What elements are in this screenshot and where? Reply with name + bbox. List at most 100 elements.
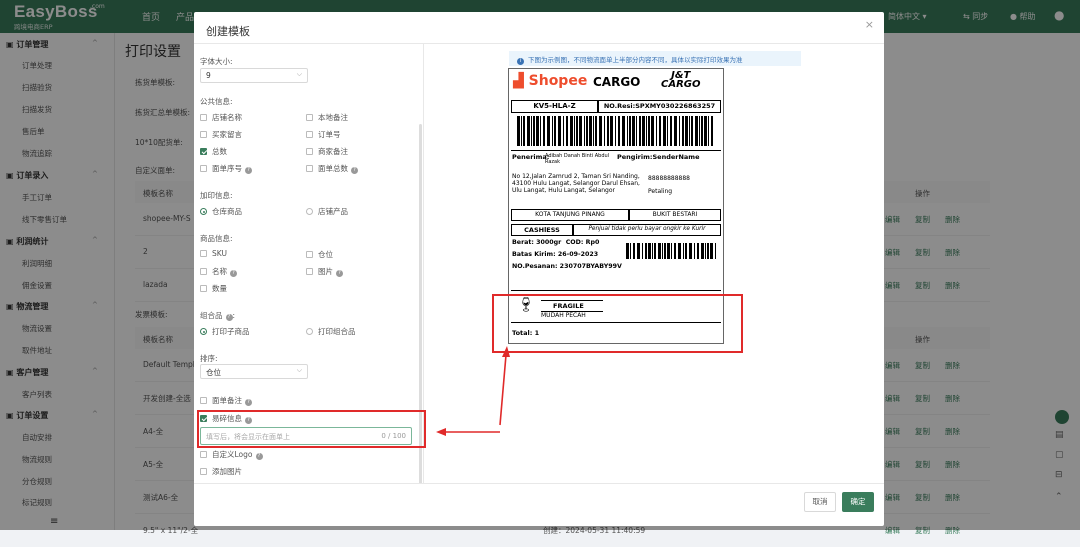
order-number: NO.Pesanan: 230707BYABY99V: [512, 263, 622, 270]
checkbox-box: [306, 251, 313, 258]
radio-print-child[interactable]: 打印子商品: [200, 326, 250, 337]
checkbox-shop-name[interactable]: 店铺名称: [200, 112, 242, 123]
question-icon[interactable]: ?: [336, 270, 343, 277]
checkbox-box-checked: [200, 148, 207, 155]
checkbox-box: [200, 451, 207, 458]
radio-label: 打印组合品: [318, 327, 356, 336]
preview-notice: i 下图为示例图，不同物流面单上半部分内容不同，具体以实际打印效果为准: [509, 51, 801, 66]
checkbox-box: [306, 165, 313, 172]
cod: COD: Rp0: [565, 239, 600, 246]
radio-shop-product[interactable]: 店铺产品: [306, 206, 348, 217]
route-code: KV5-HLA-Z: [533, 102, 576, 110]
jt-cargo-text: CARGO: [661, 79, 701, 90]
checkbox-label: 自定义Logo: [212, 450, 253, 459]
public-info-label: 公共信息:: [200, 97, 233, 106]
checkbox-label: 买家留言: [212, 130, 242, 139]
divider: [511, 150, 721, 151]
resi-number: NO.Resi:SPXMY030226863257: [603, 102, 716, 110]
sender-city: Petaling: [648, 188, 673, 195]
weight-cod: Berat: 3000gr COD: Rp0: [512, 239, 599, 246]
radio-print-combo[interactable]: 打印组合品: [306, 326, 356, 337]
checkbox-order-remark[interactable]: 面单备注?: [200, 395, 252, 406]
checkbox-label: 商家备注: [318, 147, 348, 156]
divider: [194, 483, 884, 484]
checkbox-box: [306, 268, 313, 275]
radio: [306, 208, 313, 215]
cancel-button[interactable]: 取消: [804, 492, 836, 512]
shopee-logo: ▟ Shopee: [513, 73, 588, 89]
dest-city: KOTA TANJUNG PINANG: [535, 211, 605, 218]
info-icon: i: [517, 58, 524, 65]
checkbox-location[interactable]: 仓位: [306, 249, 333, 260]
checkbox-custom-logo[interactable]: 自定义Logo?: [200, 449, 263, 460]
cashless: CASHlESS: [524, 226, 560, 234]
confirm-button[interactable]: 确定: [842, 492, 874, 512]
checkbox-label: 面单备注: [212, 396, 242, 405]
checkbox-label: 订单号: [318, 130, 341, 139]
question-icon[interactable]: ?: [230, 270, 237, 277]
checkbox-box: [200, 250, 207, 257]
question-icon[interactable]: ?: [245, 399, 252, 406]
font-size-select[interactable]: 9 ⌵: [200, 68, 308, 83]
checkbox-box: [306, 131, 313, 138]
checkbox-buyer-message[interactable]: 买家留言: [200, 129, 242, 140]
radio-label: 打印子商品: [212, 327, 250, 336]
checkbox-quantity[interactable]: 数量: [200, 283, 227, 294]
checkbox-waybill-total[interactable]: 面单总数?: [306, 163, 358, 174]
barcode-main: [517, 116, 717, 146]
free-note: Penjual tidak perlu bayar ongkir ke Kuri…: [588, 226, 706, 232]
combo-label: 组合品?:: [200, 311, 236, 321]
radio-selected: [200, 208, 207, 215]
question-icon[interactable]: ?: [255, 453, 263, 460]
checkbox-label: 本地备注: [318, 113, 348, 122]
close-icon[interactable]: ×: [865, 18, 874, 31]
checkbox-label: 数量: [212, 284, 227, 293]
question-icon[interactable]: ?: [351, 167, 358, 174]
font-size-label: 字体大小:: [200, 57, 233, 66]
checkbox-label: 添加图片: [212, 467, 242, 476]
checkbox-box: [200, 268, 207, 275]
radio: [306, 328, 313, 335]
checkbox-name[interactable]: 名称?: [200, 266, 237, 277]
question-icon[interactable]: ?: [225, 314, 233, 321]
checkbox-box: [306, 148, 313, 155]
font-size-value: 9: [206, 71, 211, 80]
checkbox-waybill-seq[interactable]: 面单序号?: [200, 163, 252, 174]
checkbox-box: [200, 468, 207, 475]
checkbox-image[interactable]: 图片?: [306, 266, 343, 277]
checkbox-local-remark[interactable]: 本地备注: [306, 112, 348, 123]
radio-selected: [200, 328, 207, 335]
checkbox-label: 图片: [318, 267, 333, 276]
add-info-label: 加印信息:: [200, 191, 233, 200]
checkbox-box: [200, 397, 207, 404]
checkbox-label: 名称: [212, 267, 227, 276]
annotation-highlight-box: [492, 294, 743, 353]
checkbox-box: [200, 165, 207, 172]
checkbox-sku[interactable]: SKU: [200, 249, 227, 258]
checkbox-add-image[interactable]: 添加图片: [200, 466, 242, 477]
radio-warehouse-product[interactable]: 仓库商品: [200, 206, 242, 217]
barcode-order: [626, 243, 718, 259]
combo-label-text: 组合品: [200, 311, 223, 320]
modal-title: 创建模板: [206, 25, 250, 38]
recipient-address: No 12,Jalan Zamrud 2, Taman Sri Nanding,…: [512, 173, 640, 195]
checkbox-box: [200, 131, 207, 138]
sort-select[interactable]: 仓位 ⌵: [200, 364, 308, 379]
divider: [511, 290, 721, 291]
checkbox-label: 面单序号: [212, 164, 242, 173]
chevron-down-icon: ⌵: [296, 70, 302, 78]
sender-name: SenderName: [652, 153, 700, 161]
sender-label: Pengirim:: [617, 153, 653, 161]
checkbox-merchant-remark[interactable]: 商家备注: [306, 146, 348, 157]
radio-label: 店铺产品: [318, 207, 348, 216]
checkbox-order-number[interactable]: 订单号: [306, 129, 341, 140]
checkbox-total[interactable]: 总数: [200, 146, 227, 157]
checkbox-label: 面单总数: [318, 164, 348, 173]
jt-cargo-logo: J&T CARGO: [661, 71, 701, 90]
weight: Berat: 3000gr: [512, 239, 562, 246]
question-icon[interactable]: ?: [245, 167, 252, 174]
sort-value: 仓位: [206, 368, 221, 377]
checkbox-box: [200, 285, 207, 292]
checkbox-label: SKU: [212, 249, 227, 258]
sort-label: 排序:: [200, 354, 218, 363]
